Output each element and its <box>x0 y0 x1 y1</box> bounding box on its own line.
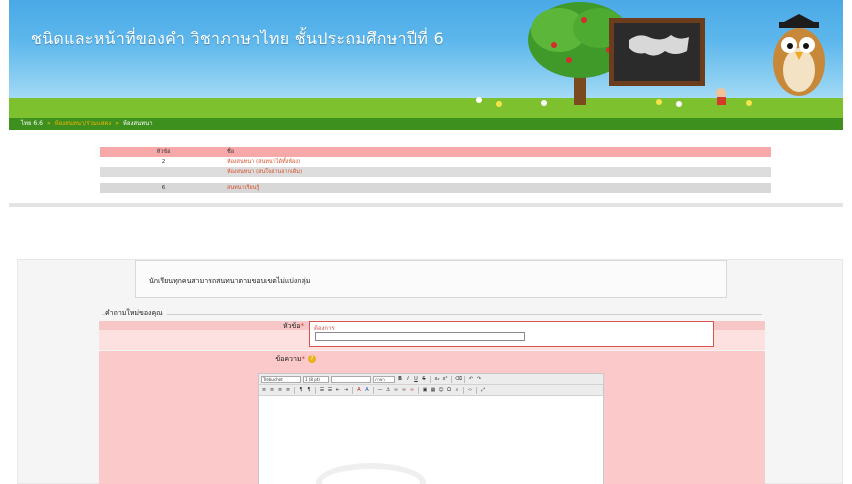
nolink-icon[interactable]: ∞ <box>409 387 415 394</box>
font-family-select[interactable]: Trebuchet <box>261 375 301 383</box>
breadcrumb: ไทย 6.6» ห้องสนทนา/ร่วมแสดง» ห้องสนทนา <box>21 118 153 130</box>
style-select[interactable] <box>331 375 371 383</box>
table-row: 2 ห้องสนทนา (สนทนาได้ทั้งห้อง) <box>100 157 771 167</box>
page: ชนิดและหน้าที่ของคำ วิชาภาษาไทย ชั้นประถ… <box>0 0 852 484</box>
subject-field-wrapper: ต้องการ <box>309 321 714 347</box>
topic-link[interactable]: สนทนาเรียนรู้ <box>227 183 771 193</box>
strikethrough-icon[interactable]: S <box>421 376 427 383</box>
table-row: 6 สนทนาเรียนรู้ <box>100 183 771 193</box>
horizontal-rule-icon[interactable]: — <box>377 387 383 394</box>
unlink-icon[interactable]: ∞ <box>401 387 407 394</box>
language-select[interactable]: ภาษา <box>373 375 395 383</box>
forum-notice: นักเรียนทุกคนสามารถสนทนาตามขอบเขตไม่แบ่ง… <box>135 260 727 298</box>
required-mark: * <box>300 322 305 330</box>
column-header-count: หัวข้อ <box>100 147 227 157</box>
subject-label: หัวข้อ* <box>282 322 305 330</box>
editor-toolbar-bottom: ≡ ≡ ≡ ≡ ¶ ¶ ☰ ☰ ⇤ ⇥ A A — ⚓ ∞ ∞ ∞ ▣ ▦ ☺ … <box>259 385 603 396</box>
table-header-row: หัวข้อ ชื่อ <box>100 147 771 157</box>
italic-icon[interactable]: I <box>405 376 411 383</box>
outdent-icon[interactable]: ⇤ <box>335 387 341 394</box>
column-header-name: ชื่อ <box>227 147 771 157</box>
breadcrumb-bar: ไทย 6.6» ห้องสนทนา/ร่วมแสดง» ห้องสนทนา <box>9 118 843 130</box>
course-title: ชนิดและหน้าที่ของคำ วิชาภาษาไทย ชั้นประถ… <box>31 29 445 48</box>
subscript-icon[interactable]: x₂ <box>434 376 440 383</box>
new-post-panel: นักเรียนทุกคนสามารถสนทนาตามขอบเขตไม่แบ่ง… <box>17 259 843 484</box>
required-mark: * <box>301 355 306 363</box>
html-source-icon[interactable]: ‹› <box>467 387 473 394</box>
new-post-form: คำถามใหม่ของคุณ หัวข้อ* ต้องการ ข้อความ*… <box>98 308 766 484</box>
ltr-icon[interactable]: ¶ <box>298 387 304 394</box>
breadcrumb-current: ห้องสนทนา <box>122 120 153 127</box>
topic-count: 2 <box>161 159 166 165</box>
section-divider <box>9 203 843 207</box>
table-icon[interactable]: ▦ <box>430 387 436 394</box>
emoticon-icon[interactable]: ☺ <box>438 387 444 394</box>
text-color-icon[interactable]: A <box>356 387 362 394</box>
table-row: ห้องสนทนา (สนใจอ่านจากเดิม) <box>100 167 771 177</box>
breadcrumb-separator: » <box>115 120 119 127</box>
cleanup-icon[interactable]: ⌫ <box>455 376 462 383</box>
message-label: ข้อความ*? <box>238 354 316 365</box>
help-icon[interactable]: ? <box>308 355 316 363</box>
redo-icon[interactable]: ↷ <box>476 376 482 383</box>
ordered-list-icon[interactable]: ☰ <box>319 387 325 394</box>
image-icon[interactable]: ▣ <box>422 387 428 394</box>
align-justify-icon[interactable]: ≡ <box>285 387 291 394</box>
fieldset-border <box>102 314 762 315</box>
breadcrumb-forum-link[interactable]: ห้องสนทนา/ร่วมแสดง <box>55 120 112 127</box>
subject-input[interactable] <box>315 332 525 341</box>
banner-illustration <box>476 2 825 107</box>
topic-link[interactable]: ห้องสนทนา (สนใจอ่านจากเดิม) <box>227 167 771 177</box>
link-icon[interactable]: ∞ <box>393 387 399 394</box>
unordered-list-icon[interactable]: ☰ <box>327 387 333 394</box>
undo-icon[interactable]: ↶ <box>468 376 474 383</box>
underline-icon[interactable]: U <box>413 376 419 383</box>
breadcrumb-home-link[interactable]: ไทย 6.6 <box>21 120 43 127</box>
anchor-icon[interactable]: ⚓ <box>385 387 391 394</box>
rtl-icon[interactable]: ¶ <box>306 387 312 394</box>
editor-toolbar-top: Trebuchet 1 (8 pt) ภาษา B I U S x₂ x² ⌫ … <box>259 374 603 385</box>
header-banner: ชนิดและหน้าที่ของคำ วิชาภาษาไทย ชั้นประถ… <box>9 0 843 118</box>
bg-color-icon[interactable]: A <box>364 387 370 394</box>
fullscreen-icon[interactable]: ⤢ <box>480 387 486 394</box>
align-center-icon[interactable]: ≡ <box>269 387 275 394</box>
search-replace-icon[interactable]: ⌕ <box>454 387 460 394</box>
topic-count <box>100 167 227 177</box>
breadcrumb-separator: » <box>46 120 51 127</box>
editor-content-area[interactable] <box>259 397 603 484</box>
bold-icon[interactable]: B <box>397 376 403 383</box>
align-left-icon[interactable]: ≡ <box>261 387 267 394</box>
topic-table: หัวข้อ ชื่อ 2 ห้องสนทนา (สนทนาได้ทั้งห้อ… <box>100 147 771 193</box>
special-char-icon[interactable]: Ω <box>446 387 452 394</box>
topic-link[interactable]: ห้องสนทนา (สนทนาได้ทั้งห้อง) <box>227 157 771 167</box>
form-legend: คำถามใหม่ของคุณ <box>105 308 167 319</box>
topic-count: 6 <box>100 183 227 193</box>
indent-icon[interactable]: ⇥ <box>343 387 349 394</box>
font-size-select[interactable]: 1 (8 pt) <box>303 375 329 383</box>
superscript-icon[interactable]: x² <box>442 376 448 383</box>
align-right-icon[interactable]: ≡ <box>277 387 283 394</box>
rich-text-editor: Trebuchet 1 (8 pt) ภาษา B I U S x₂ x² ⌫ … <box>258 373 604 484</box>
